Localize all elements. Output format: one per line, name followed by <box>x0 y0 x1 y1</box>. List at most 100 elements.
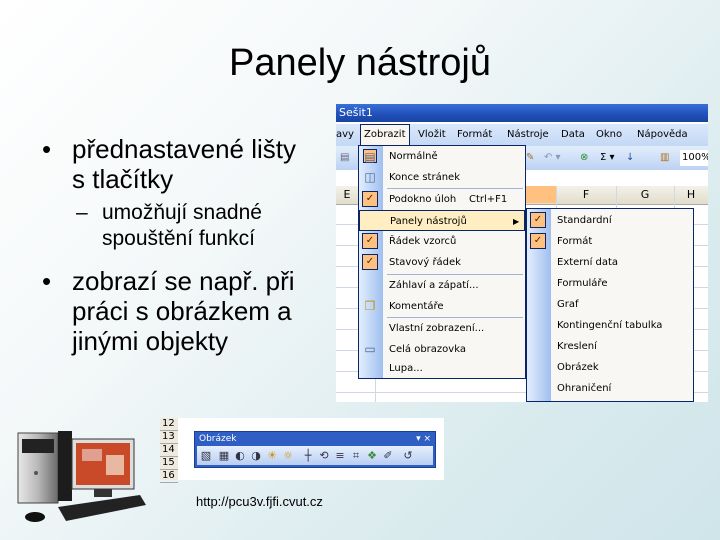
brush-icon[interactable]: ✎ <box>526 146 534 170</box>
row-number: 12 <box>160 418 178 431</box>
submenu-item-label: Kontingenční tabulka <box>557 320 663 331</box>
submenu-item-label: Externí data <box>557 257 619 268</box>
crop-icon[interactable]: ┼ <box>301 446 315 465</box>
footer-url[interactable]: http://pcu3v.fjfi.cvut.cz <box>196 494 323 509</box>
menu-item-komentare[interactable]: ❐ Komentáře <box>359 296 525 317</box>
rotate-left-icon[interactable]: ⟲ <box>317 446 331 465</box>
row-number: 15 <box>160 457 178 470</box>
submenu-item-graf[interactable]: Graf <box>527 294 693 315</box>
menu-item-label: Stavový řádek <box>389 257 461 268</box>
menu-item-zahlavi-zapati[interactable]: Záhlaví a zápatí... <box>359 275 525 296</box>
compress-pictures-icon[interactable]: ⌗ <box>349 446 363 465</box>
menu-item-podokno-uloh[interactable]: ✓ Podokno úloh Ctrl+F1 <box>359 189 525 210</box>
power-button <box>34 471 38 475</box>
menu-item-label: Komentáře <box>389 301 444 312</box>
column-header[interactable]: F <box>556 186 616 204</box>
more-contrast-icon[interactable]: ◐ <box>233 446 247 465</box>
menu-item-format[interactable]: Formát <box>457 124 492 146</box>
reset-picture-icon[interactable]: ↺ <box>401 446 415 465</box>
excel-screenshot: Sešit1 avy Zobrazit Vložit Formát Nástro… <box>336 104 708 402</box>
toolbars-submenu: ✓ Standardní ✓ Formát Externí data Formu… <box>526 208 694 402</box>
submenu-item-ohraniceni[interactable]: Ohraničení <box>527 378 693 399</box>
bullet-item: • přednastavené lišty s tlačítky <box>30 134 330 194</box>
submenu-item-standardni[interactable]: ✓ Standardní <box>527 210 693 231</box>
tower-side <box>58 431 72 501</box>
column-header[interactable]: H <box>674 186 708 204</box>
row-number: 14 <box>160 444 178 457</box>
row-numbers: 12 13 14 15 16 <box>160 418 178 483</box>
hyperlink-icon[interactable]: ⊗ <box>580 146 588 170</box>
menu-item-label: Vlastní zobrazení... <box>389 323 485 334</box>
drive-bay <box>22 439 54 453</box>
submenu-arrow-icon: ▶ <box>513 217 520 226</box>
sort-ascending-icon[interactable]: ↓ <box>626 146 634 170</box>
bullet-glyph: • <box>42 134 52 164</box>
toolbar-controls[interactable]: ▾ × <box>416 433 431 445</box>
menu-item-data[interactable]: Data <box>561 124 585 146</box>
submenu-item-formulare[interactable]: Formuláře <box>527 273 693 294</box>
menu-item-shortcut: Ctrl+F1 <box>469 194 508 205</box>
bullet-item: • zobrazí se např. při práci s obrázkem … <box>30 266 330 356</box>
submenu-item-externi-data[interactable]: Externí data <box>527 252 693 273</box>
recolor-icon[interactable]: ❖ <box>365 446 379 465</box>
mouse <box>25 512 45 522</box>
print-icon[interactable]: ▤ <box>340 146 349 170</box>
format-picture-icon[interactable]: ✐ <box>381 446 395 465</box>
submenu-item-kresleni[interactable]: Kreslení <box>527 336 693 357</box>
menu-item-okno[interactable]: Okno <box>596 124 622 146</box>
menu-item-zobrazit[interactable]: Zobrazit <box>360 124 410 145</box>
submenu-item-format[interactable]: ✓ Formát <box>527 231 693 252</box>
bullet-text: s tlačítky <box>72 164 174 194</box>
color-icon[interactable]: ▦ <box>217 446 231 465</box>
menu-item-cela-obrazovka[interactable]: ▭ Celá obrazovka <box>359 339 525 360</box>
submenu-item-label: Ohraničení <box>557 383 612 394</box>
check-icon: ✓ <box>362 254 378 270</box>
undo-icon[interactable]: ↶ ▾ <box>544 146 561 170</box>
submenu-item-obrazek[interactable]: Obrázek <box>527 357 693 378</box>
picture-toolbar-buttons: ▧ ▦ ◐ ◑ ☀ ☼ ┼ ⟲ ≡ ⌗ ❖ ✐ ↺ <box>197 446 433 465</box>
menu-item[interactable]: avy <box>336 124 354 146</box>
column-header[interactable]: G <box>616 186 674 204</box>
menu-item-radek-vzorcu[interactable]: ✓ Řádek vzorců <box>359 231 525 252</box>
line-style-icon[interactable]: ≡ <box>333 446 347 465</box>
column-header[interactable]: E <box>336 186 358 204</box>
picture-toolbar-screenshot: 12 13 14 15 16 Obrázek ▾ × ▧ ▦ ◐ ◑ ☀ ☼ ┼… <box>160 418 444 483</box>
menu-item-vlastni-zobrazeni[interactable]: Vlastní zobrazení... <box>359 318 525 339</box>
menu-item-label: Záhlaví a zápatí... <box>389 280 479 291</box>
bullet-text: jinými objekty <box>72 326 229 356</box>
submenu-item-kontingencni-tabulka[interactable]: Kontingenční tabulka <box>527 315 693 336</box>
less-brightness-icon[interactable]: ☼ <box>281 446 295 465</box>
zoom-field[interactable]: 100% <box>680 150 708 166</box>
submenu-item-label: Standardní <box>557 215 612 226</box>
autosum-icon[interactable]: Σ ▾ <box>600 146 615 170</box>
submenu-item-label: Graf <box>557 299 579 310</box>
menu-item-napoveda[interactable]: Nápověda <box>637 124 688 146</box>
menu-item-label: Podokno úloh <box>389 194 457 205</box>
check-icon: ✓ <box>362 191 378 207</box>
normal-view-icon: ▤ <box>363 149 377 164</box>
sub-bullet-text: spouštění funkcí <box>102 227 255 250</box>
page-break-icon: ◫ <box>364 170 376 184</box>
menubar: avy Zobrazit Vložit Formát Nástroje Data… <box>336 124 708 146</box>
bullet-list: • přednastavené lišty s tlačítky – umožň… <box>30 134 330 356</box>
row-number: 16 <box>160 470 178 483</box>
menu-item-stavovy-radek[interactable]: ✓ Stavový řádek <box>359 252 525 273</box>
full-screen-icon: ▭ <box>364 342 376 356</box>
bullet-text: práci s obrázkem a <box>72 296 292 326</box>
menu-item-lupa[interactable]: Lupa... <box>359 358 525 379</box>
chart-wizard-icon[interactable]: ▥ <box>660 146 669 170</box>
column-header-highlight <box>526 186 556 203</box>
insert-picture-icon[interactable]: ▧ <box>199 446 213 465</box>
more-brightness-icon[interactable]: ☀ <box>265 446 279 465</box>
picture-toolbar: Obrázek ▾ × ▧ ▦ ◐ ◑ ☀ ☼ ┼ ⟲ ≡ ⌗ ❖ ✐ ↺ <box>194 431 436 468</box>
menu-item-konce-stranek[interactable]: ◫ Konce stránek <box>359 167 525 188</box>
menu-item-panely-nastroju[interactable]: Panely nástrojů ▶ <box>359 210 525 231</box>
less-contrast-icon[interactable]: ◑ <box>249 446 263 465</box>
menu-item-vlozit[interactable]: Vložit <box>418 124 446 146</box>
bullet-glyph: • <box>42 266 52 296</box>
window-titlebar: Sešit1 <box>336 104 708 122</box>
menu-item-nastroje[interactable]: Nástroje <box>507 124 549 146</box>
menu-item-normalne[interactable]: ▤ Normálně <box>359 146 525 167</box>
menu-item-label: Konce stránek <box>389 172 460 183</box>
menu-item-label: Panely nástrojů <box>390 216 467 227</box>
